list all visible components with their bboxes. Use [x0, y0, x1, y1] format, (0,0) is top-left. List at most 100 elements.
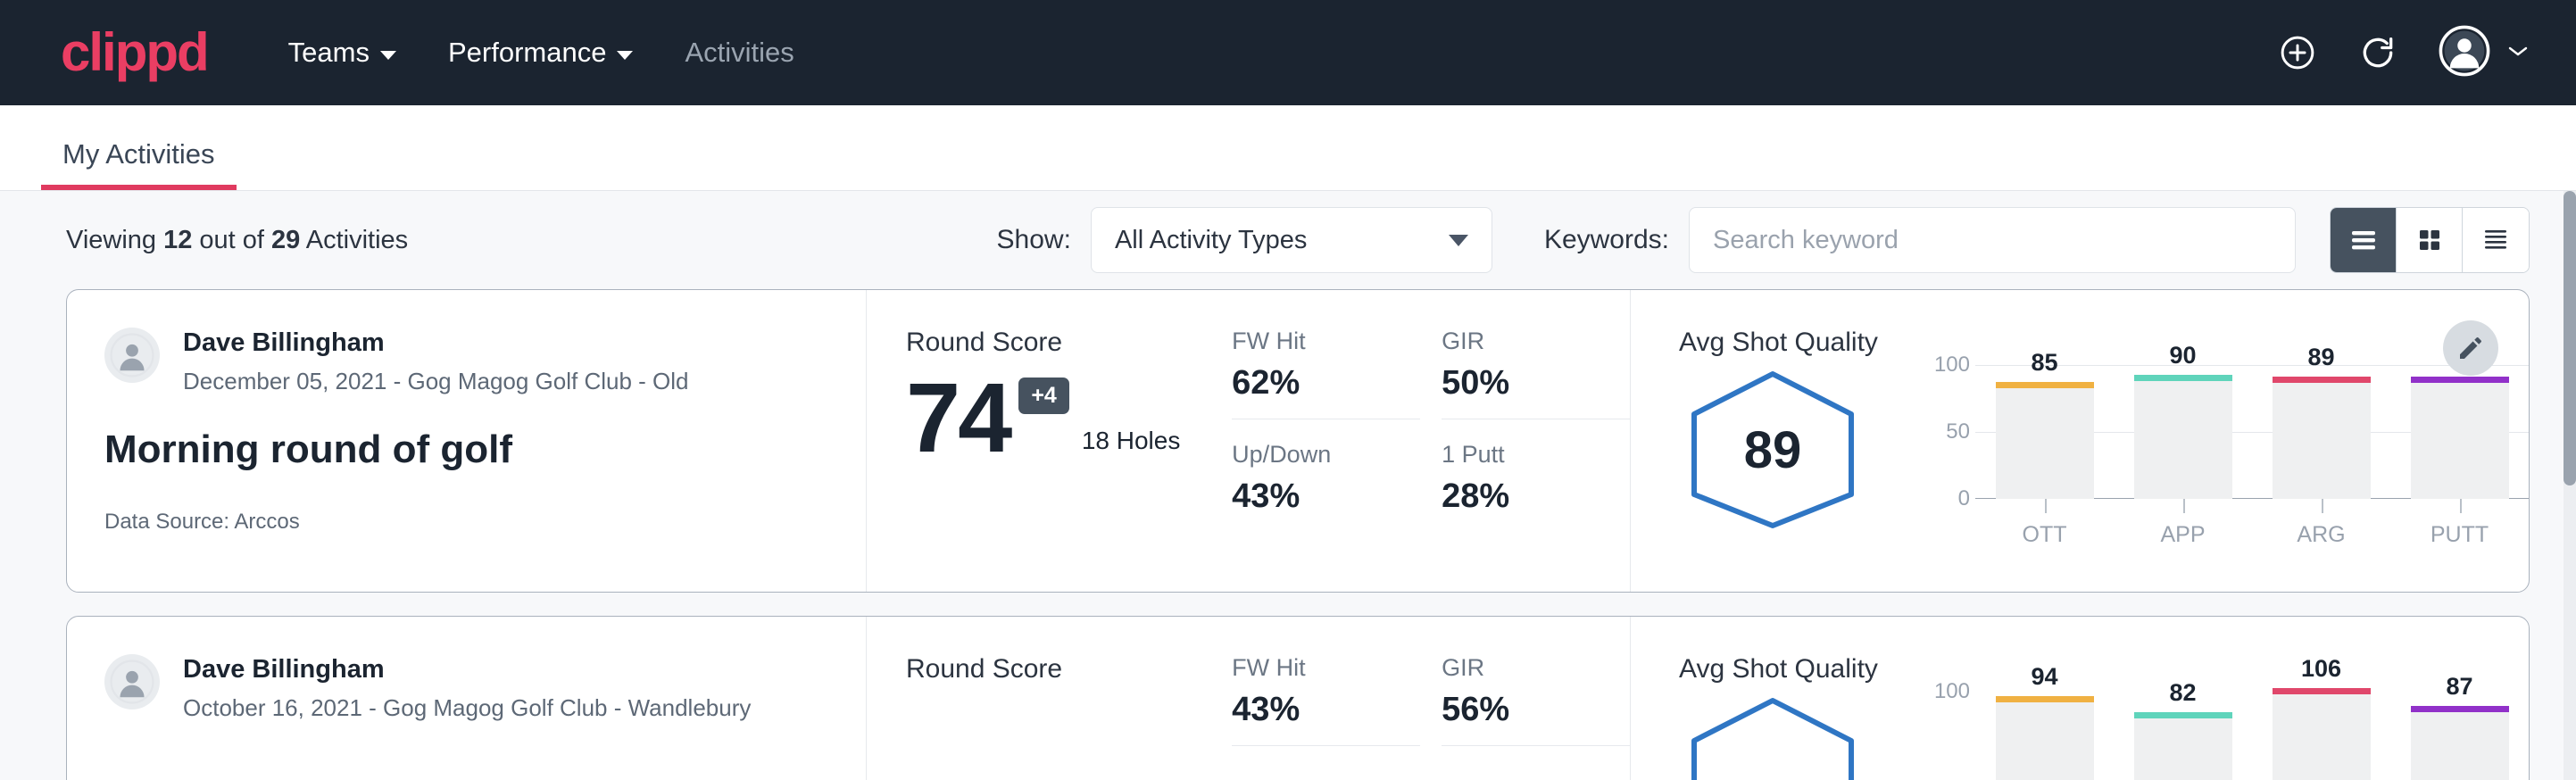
card-round-score: Round Score	[867, 617, 1232, 780]
bar-arg: 106	[2273, 692, 2371, 780]
page-scrollbar[interactable]	[2564, 191, 2576, 780]
viewing-prefix: Viewing	[66, 226, 163, 254]
y-tick: 50	[1946, 419, 1970, 444]
stat-label: GIR	[1442, 654, 1598, 682]
shot-quality-hexagon: 89	[1679, 365, 1866, 535]
round-score-label: Round Score	[906, 328, 1232, 358]
x-tick-label: PUTT	[2411, 522, 2509, 548]
shot-quality-chart: 100 948210687	[1918, 692, 2529, 780]
card-meta: October 16, 2021 - Gog Magog Golf Club -…	[183, 694, 751, 722]
chart-plot-area: 948210687	[1975, 692, 2529, 780]
stat-fw-hit: FW Hit 62%	[1232, 328, 1420, 419]
bar-putt: 87	[2411, 692, 2509, 780]
keywords-label: Keywords:	[1544, 225, 1669, 255]
bar-value-label: 94	[1996, 663, 2094, 691]
card-meta: December 05, 2021 - Gog Magog Golf Club …	[183, 368, 689, 395]
bar-value-label: 89	[2273, 344, 2371, 371]
tab-my-activities[interactable]: My Activities	[41, 138, 237, 190]
filter-bar: Viewing 12 out of 29 Activities Show: Al…	[0, 191, 2576, 289]
nav-item-activities[interactable]: Activities	[685, 37, 794, 69]
viewing-suffix: Activities	[300, 226, 408, 254]
x-tick-label: ARG	[2273, 522, 2371, 548]
stat-one-putt: 1 Putt 28%	[1442, 441, 1630, 516]
card-user-name: Dave Billingham	[183, 654, 751, 685]
avatar	[104, 654, 160, 709]
shot-quality-body: 89 100 50 0 85908989	[1679, 365, 2529, 548]
account-avatar-icon	[2439, 25, 2490, 81]
chart-bars: 85908989	[1975, 365, 2529, 499]
nav-label-performance: Performance	[448, 37, 606, 69]
detail-view-icon[interactable]	[2463, 208, 2529, 272]
tab-label: My Activities	[62, 138, 215, 170]
search-input[interactable]	[1689, 207, 2296, 273]
activity-list: Dave Billingham December 05, 2021 - Gog …	[0, 289, 2576, 780]
grid-view-icon[interactable]	[2397, 208, 2463, 272]
avg-shot-quality-label: Avg Shot Quality	[1679, 328, 2529, 358]
chart-plot-area: 85908989 OTTAPPARGPUTT	[1975, 365, 2529, 548]
app-header: clippd Teams Performance Activities	[0, 0, 2576, 105]
x-tick-label: OTT	[1996, 522, 2094, 548]
clippd-logo[interactable]: clippd	[61, 26, 208, 79]
card-shot-quality: Avg Shot Quality 89 100 50 0	[1631, 290, 2529, 592]
nav-item-performance[interactable]: Performance	[448, 37, 633, 69]
show-label: Show:	[997, 225, 1071, 255]
chevron-down-icon	[380, 51, 396, 60]
scrollbar-thumb[interactable]	[2564, 191, 2576, 485]
stat-label: 1 Putt	[1442, 441, 1598, 469]
list-view-icon[interactable]	[2331, 208, 2397, 272]
stat-label: FW Hit	[1232, 328, 1388, 355]
bar-value-label: 90	[2134, 342, 2232, 369]
bar-app: 82	[2134, 692, 2232, 780]
bar-putt: 89	[2411, 365, 2509, 499]
chart-grid: 948210687	[1975, 692, 2529, 780]
avg-shot-quality-label: Avg Shot Quality	[1679, 654, 2529, 685]
card-title: Morning round of golf	[104, 427, 830, 472]
stat-value: 28%	[1442, 477, 1598, 516]
viewing-summary: Viewing 12 out of 29 Activities	[66, 226, 408, 255]
round-score-row: 74 +4 18 Holes	[906, 372, 1232, 466]
activity-type-value: All Activity Types	[1115, 226, 1307, 255]
tab-bar: My Activities	[0, 105, 2576, 191]
chart-y-axis: 100	[1918, 692, 1975, 780]
shot-quality-body: 100 948210687	[1679, 692, 2529, 780]
card-info-column: Dave Billingham October 16, 2021 - Gog M…	[67, 617, 867, 780]
stat-up-down: Up/Down 43%	[1232, 441, 1420, 516]
account-menu[interactable]	[2439, 25, 2530, 81]
nav-label-teams: Teams	[288, 37, 370, 69]
activity-card[interactable]: Dave Billingham October 16, 2021 - Gog M…	[66, 616, 2530, 780]
avatar	[104, 328, 160, 383]
score-differential-badge: +4	[1018, 378, 1069, 414]
stat-value: 43%	[1232, 691, 1388, 729]
view-mode-toggle	[2330, 207, 2530, 273]
chart-bars: 948210687	[1975, 692, 2529, 780]
refresh-icon[interactable]	[2358, 33, 2397, 72]
edit-activity-button[interactable]	[2443, 320, 2498, 376]
data-source-label: Data Source:	[104, 510, 234, 534]
stat-fw-hit: FW Hit 43%	[1232, 654, 1420, 746]
stat-value: 43%	[1232, 477, 1388, 516]
nav-item-teams[interactable]: Teams	[288, 37, 396, 69]
activity-type-select[interactable]: All Activity Types	[1091, 207, 1492, 273]
filter-controls: Show: All Activity Types Keywords:	[997, 207, 2530, 273]
viewing-total: 29	[271, 226, 300, 254]
holes-label: 18 Holes	[1082, 427, 1181, 455]
chart-x-axis: OTT APP ARG PUTT	[1975, 522, 2529, 548]
bar-value-label: 85	[1996, 349, 2094, 377]
chevron-down-icon	[617, 51, 633, 60]
chart-grid: 85908989	[1975, 365, 2529, 499]
bar-arg: 89	[2273, 365, 2371, 499]
card-round-score: Round Score 74 +4 18 Holes	[867, 290, 1232, 592]
card-info-column: Dave Billingham December 05, 2021 - Gog …	[67, 290, 867, 592]
bar-value-label: 82	[2134, 679, 2232, 707]
x-tick-label: APP	[2134, 522, 2232, 548]
plus-circle-icon[interactable]	[2278, 33, 2317, 72]
chevron-down-icon	[2506, 44, 2530, 62]
data-source-value: Arccos	[234, 510, 299, 534]
stat-label: FW Hit	[1232, 654, 1388, 682]
activity-card[interactable]: Dave Billingham December 05, 2021 - Gog …	[66, 289, 2530, 593]
stat-value: 56%	[1442, 691, 1598, 729]
chevron-down-icon	[1449, 235, 1468, 246]
bar-ott: 85	[1996, 365, 2094, 499]
main-nav: Teams Performance Activities	[288, 37, 794, 69]
shot-quality-hexagon	[1679, 692, 1866, 780]
